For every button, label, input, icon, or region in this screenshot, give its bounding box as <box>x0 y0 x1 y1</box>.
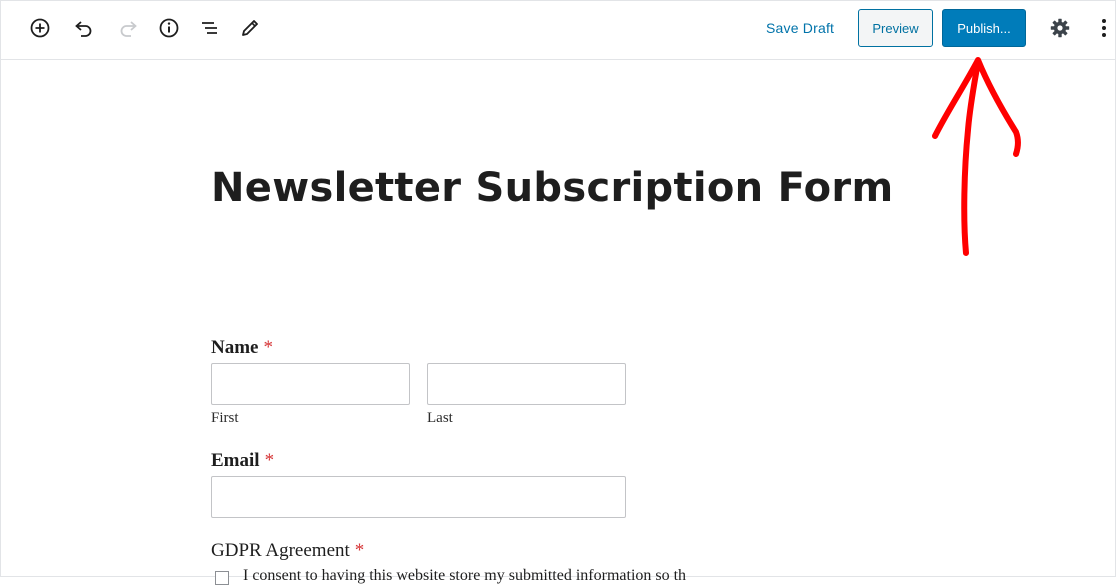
more-options-icon[interactable] <box>1092 16 1116 40</box>
page-title: Newsletter Subscription Form <box>211 165 894 211</box>
gdpr-consent-checkbox[interactable] <box>215 571 229 585</box>
name-field-label: Name * <box>211 337 273 359</box>
edit-icon[interactable] <box>238 16 262 40</box>
gdpr-label-text: GDPR Agreement <box>211 540 350 561</box>
name-label-text: Name <box>211 337 259 358</box>
add-block-icon[interactable] <box>28 16 52 40</box>
block-navigation-icon[interactable] <box>198 16 222 40</box>
gear-icon[interactable] <box>1048 16 1072 40</box>
email-input[interactable] <box>211 476 626 518</box>
last-name-sublabel: Last <box>427 410 453 426</box>
publish-button[interactable]: Publish... <box>942 9 1026 47</box>
preview-button[interactable]: Preview <box>858 9 933 47</box>
last-name-input[interactable] <box>427 363 626 405</box>
undo-icon[interactable] <box>72 16 96 40</box>
info-icon[interactable] <box>157 16 181 40</box>
email-required-mark: * <box>264 450 275 471</box>
email-label-text: Email <box>211 450 260 471</box>
gdpr-required-mark: * <box>354 540 365 561</box>
redo-icon[interactable] <box>116 16 140 40</box>
annotation-arrow-icon <box>932 57 1021 256</box>
gdpr-field-label: GDPR Agreement * <box>211 540 364 562</box>
first-name-sublabel: First <box>211 410 239 426</box>
name-required-mark: * <box>263 337 273 358</box>
gdpr-consent-text: I consent to having this website store m… <box>243 567 687 584</box>
save-draft-button[interactable]: Save Draft <box>766 20 834 36</box>
first-name-input[interactable] <box>211 363 410 405</box>
email-field-label: Email * <box>211 450 274 472</box>
